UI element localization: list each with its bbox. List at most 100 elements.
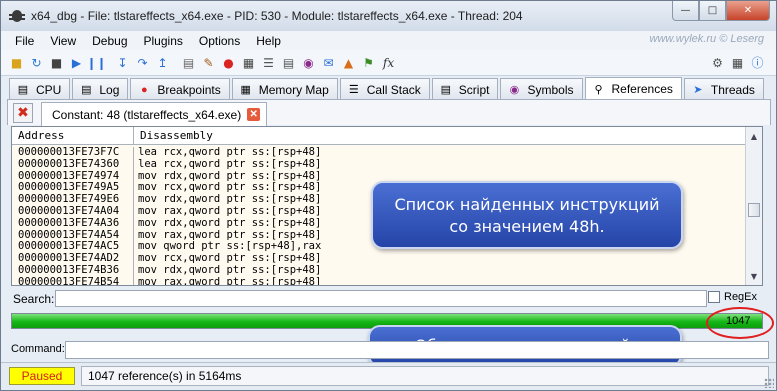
regex-checkbox[interactable]: RegEx bbox=[708, 291, 757, 303]
tab-label: Threads bbox=[710, 82, 755, 97]
column-header-address[interactable]: Address bbox=[12, 127, 134, 145]
references-panel: ✖ Constant: 48 (tlstareffects_x64.exe) ✕ bbox=[7, 99, 771, 126]
command-label: Command: bbox=[11, 343, 65, 355]
reference-tab-label: Constant: 48 (tlstareffects_x64.exe) bbox=[52, 107, 242, 122]
script-icon: ▤ bbox=[440, 84, 451, 96]
tab-label: CPU bbox=[36, 82, 62, 97]
vertical-scrollbar[interactable]: ▲ ▼ bbox=[745, 127, 762, 285]
stop-icon[interactable]: ■ bbox=[47, 53, 66, 72]
status-badge: Paused bbox=[9, 367, 75, 385]
address-cell: 000000013FE74B54 bbox=[12, 276, 134, 285]
memory-map-icon: ▦ bbox=[240, 84, 251, 96]
resize-grip-icon[interactable] bbox=[764, 378, 774, 388]
script-icon[interactable]: ▤ bbox=[279, 53, 298, 72]
tab-label: References bbox=[611, 82, 673, 96]
disassembly-cell: mov rax,qword ptr ss:[rsp+48] bbox=[138, 275, 322, 286]
close-icon: ✖ bbox=[17, 105, 29, 121]
calculator-icon[interactable]: ▦ bbox=[728, 53, 747, 72]
open-icon[interactable]: ■ bbox=[7, 53, 26, 72]
symbols-icon[interactable]: ◉ bbox=[299, 53, 318, 72]
disassembly-cell: mov rdx,qword ptr ss:[rsp+48] bbox=[138, 216, 322, 229]
watermark-text: www.wylek.ru © Leserg bbox=[649, 33, 764, 45]
step-over-icon[interactable]: ↷ bbox=[133, 53, 152, 72]
minimize-button[interactable]: — bbox=[672, 1, 699, 21]
search-input[interactable] bbox=[55, 290, 707, 307]
address-cell: 000000013FE74A36 bbox=[12, 217, 134, 230]
close-tab-icon[interactable]: ✕ bbox=[247, 108, 261, 121]
memory-map-icon[interactable]: ▦ bbox=[239, 53, 258, 72]
tab-call-stack[interactable]: ☰ Call Stack bbox=[339, 78, 430, 100]
settings-icon[interactable]: ⚙ bbox=[708, 53, 727, 72]
functions-icon[interactable]: fx bbox=[379, 53, 398, 72]
tab-threads[interactable]: ➤ Threads bbox=[683, 78, 764, 100]
regex-label: RegEx bbox=[724, 291, 758, 303]
breakpoint-icon[interactable]: ● bbox=[219, 53, 238, 72]
call-stack-icon: ☰ bbox=[348, 84, 359, 96]
close-button[interactable]: ✕ bbox=[726, 1, 770, 21]
execute-till-return-icon[interactable]: ↥ bbox=[153, 53, 172, 72]
close-all-references-button[interactable]: ✖ bbox=[13, 103, 33, 123]
scroll-down-icon[interactable]: ▼ bbox=[746, 269, 762, 283]
tab-label: Call Stack bbox=[366, 82, 421, 97]
pause-icon[interactable]: ❙❙ bbox=[86, 53, 106, 72]
menu-options[interactable]: Options bbox=[191, 34, 248, 48]
menu-bar: File View Debug Plugins Options Help www… bbox=[1, 31, 776, 50]
table-row[interactable]: 000000013FE74360 lea rcx,qword ptr ss:[rs… bbox=[12, 157, 745, 171]
tab-log[interactable]: ▤ Log bbox=[72, 78, 129, 100]
tab-symbols[interactable]: ◉ Symbols bbox=[500, 78, 583, 100]
address-cell: 000000013FE74B36 bbox=[12, 264, 134, 277]
maximize-button[interactable]: □ bbox=[699, 1, 726, 21]
table-row[interactable]: 000000013FE74B54 mov rax,qword ptr ss:[rs… bbox=[12, 275, 745, 286]
tab-breakpoints[interactable]: ● Breakpoints bbox=[130, 78, 230, 100]
log-icon[interactable]: ▤ bbox=[179, 53, 198, 72]
status-message: 1047 reference(s) in 5164ms bbox=[81, 366, 769, 386]
search-label: Search: bbox=[13, 292, 55, 306]
tab-script[interactable]: ▤ Script bbox=[431, 78, 499, 100]
tab-label: Log bbox=[99, 82, 120, 97]
call-stack-icon[interactable]: ☰ bbox=[259, 53, 278, 72]
address-cell: 000000013FE74A04 bbox=[12, 205, 134, 218]
table-row[interactable]: 000000013FE73F7C lea rcx,qword ptr ss:[rs… bbox=[12, 146, 745, 159]
threads-icon: ➤ bbox=[693, 84, 703, 96]
step-into-icon[interactable]: ↧ bbox=[113, 53, 132, 72]
address-cell: 000000013FE74AC5 bbox=[12, 241, 134, 254]
menu-help[interactable]: Help bbox=[248, 34, 289, 48]
menu-plugins[interactable]: Plugins bbox=[136, 34, 191, 48]
address-cell: 000000013FE73F7C bbox=[12, 147, 134, 159]
table-row[interactable]: 000000013FE74B36 mov rdx,qword ptr ss:[rs… bbox=[12, 264, 745, 277]
bookmarks-icon[interactable]: ⚑ bbox=[359, 53, 378, 72]
command-input[interactable] bbox=[65, 341, 769, 359]
disassembly-cell: lea rcx,qword ptr ss:[rsp+48] bbox=[138, 157, 322, 170]
menu-file[interactable]: File bbox=[1, 34, 42, 48]
app-window: x64_dbg - File: tlstareffects_x64.exe - … bbox=[0, 0, 777, 391]
menu-debug[interactable]: Debug bbox=[84, 34, 135, 48]
annotation-callout-found-list: Список найденных инструкций со значением… bbox=[371, 181, 683, 249]
menu-view[interactable]: View bbox=[42, 34, 84, 48]
scroll-up-icon[interactable]: ▲ bbox=[746, 129, 762, 143]
comments-icon[interactable]: ✉ bbox=[319, 53, 338, 72]
callout-line: Список найденных инструкций bbox=[394, 195, 660, 214]
toolbar: ■ ↻ ■ ▶ ❙❙ ↧ ↷ ↥ ▤ ✎ ● ▦ ☰ ▤ ◉ ✉ ▲ ⚑ fx … bbox=[1, 50, 776, 76]
reference-tab[interactable]: Constant: 48 (tlstareffects_x64.exe) ✕ bbox=[41, 102, 268, 126]
table-row[interactable]: 000000013FE74AD2 mov rcx,qword ptr ss:[rs… bbox=[12, 252, 745, 265]
tab-label: Script bbox=[458, 82, 490, 97]
symbols-icon: ◉ bbox=[509, 84, 520, 96]
address-cell: 000000013FE74AD2 bbox=[12, 253, 134, 265]
tab-bar: ▤ CPU ▤ Log ● Breakpoints ▦ Memory Map ☰ Call… bbox=[9, 77, 766, 100]
tab-label: Breakpoints bbox=[157, 82, 221, 97]
scrollbar-thumb[interactable] bbox=[748, 203, 760, 217]
table-header: Address Disassembly bbox=[12, 127, 745, 145]
help-icon[interactable]: ⓘ bbox=[748, 53, 767, 72]
tab-label: Symbols bbox=[527, 82, 574, 97]
address-cell: 000000013FE749A5 bbox=[12, 182, 134, 195]
edit-icon[interactable]: ✎ bbox=[199, 53, 218, 72]
run-icon[interactable]: ▶ bbox=[67, 53, 86, 72]
address-cell: 000000013FE74974 bbox=[12, 170, 134, 183]
labels-icon[interactable]: ▲ bbox=[339, 53, 358, 72]
tab-cpu[interactable]: ▤ CPU bbox=[9, 78, 71, 100]
restart-icon[interactable]: ↻ bbox=[27, 53, 46, 72]
checkbox-box[interactable] bbox=[708, 291, 720, 303]
tab-references[interactable]: ⚲ References bbox=[584, 77, 682, 100]
column-header-disassembly[interactable]: Disassembly bbox=[134, 127, 745, 145]
tab-memory-map[interactable]: ▦ Memory Map bbox=[231, 78, 338, 100]
